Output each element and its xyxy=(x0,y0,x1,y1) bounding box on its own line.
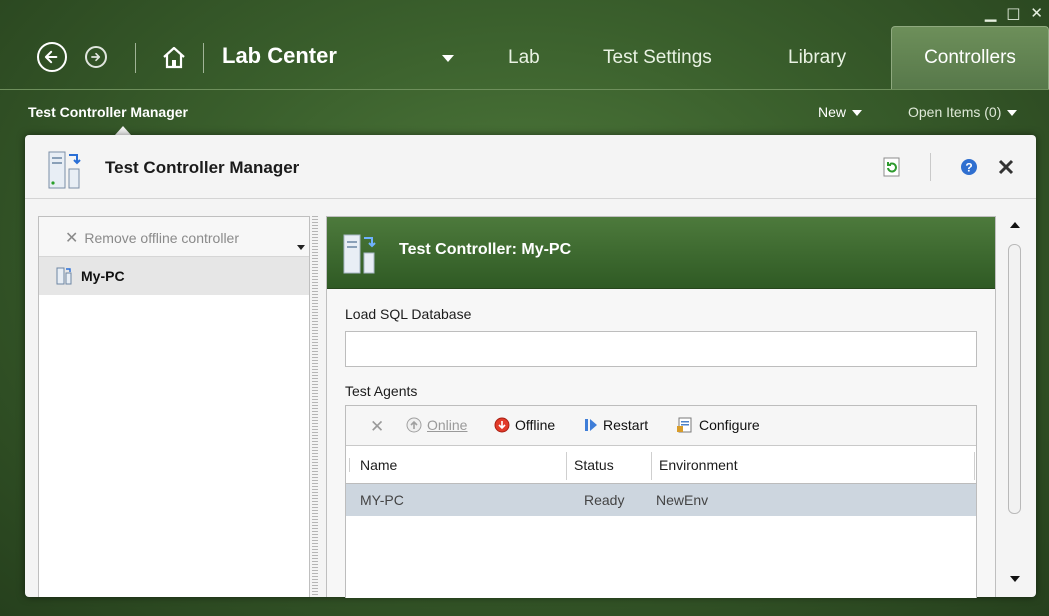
configure-button[interactable]: Configure xyxy=(676,417,760,433)
configure-icon xyxy=(677,417,692,433)
refresh-icon[interactable] xyxy=(882,157,902,177)
tab-controllers[interactable]: Controllers xyxy=(891,26,1049,90)
agent-status: Ready xyxy=(584,492,625,508)
pane-splitter[interactable] xyxy=(312,216,318,597)
tab-underline xyxy=(0,89,1049,90)
column-separator[interactable] xyxy=(651,452,652,480)
load-sql-database-field[interactable] xyxy=(345,331,977,367)
list-item[interactable]: My-PC xyxy=(39,257,309,295)
controller-name: My-PC xyxy=(81,268,125,284)
app-menu-chevron-down-icon[interactable] xyxy=(442,55,454,62)
tab-controllers-label: Controllers xyxy=(924,47,1016,68)
test-agents-grid: ✕ Online Offline Restart Configure Name … xyxy=(345,405,977,598)
online-button[interactable]: Online xyxy=(406,417,467,433)
tab-library[interactable]: Library xyxy=(788,47,846,69)
controller-manager-panel: Test Controller Manager ? ✕ Remove offlin… xyxy=(25,135,1036,598)
test-agents-label: Test Agents xyxy=(345,383,418,399)
grid-header: Name Status Environment xyxy=(346,446,976,484)
details-header: Test Controller: My-PC xyxy=(327,217,995,289)
restart-label: Restart xyxy=(603,417,649,433)
scroll-down-icon[interactable] xyxy=(1010,576,1020,582)
column-header-environment[interactable]: Environment xyxy=(659,457,738,473)
controller-list-pane: ✕ Remove offline controller My-PC xyxy=(38,216,310,597)
chevron-down-icon[interactable] xyxy=(297,245,305,250)
arrow-down-circle-icon xyxy=(494,417,510,433)
new-menu-button[interactable]: New xyxy=(818,104,863,120)
breadcrumb-title: Test Controller Manager xyxy=(28,104,188,120)
agent-environment: NewEnv xyxy=(656,492,709,508)
arrow-up-circle-icon xyxy=(406,417,422,433)
column-header-name[interactable]: Name xyxy=(360,457,397,473)
restart-icon xyxy=(585,419,597,431)
app-title: Lab Center xyxy=(222,43,337,68)
lab-center-window: ▁ □ ✕ Lab Center Lab Test Settings Libra… xyxy=(0,0,1049,616)
panel-header: Test Controller Manager ? xyxy=(25,135,1036,199)
open-items-label: Open Items (0) xyxy=(908,104,1002,120)
nav-separator xyxy=(135,43,136,73)
list-toolbar: ✕ Remove offline controller xyxy=(39,217,309,257)
restart-button[interactable]: Restart xyxy=(584,417,648,433)
svg-text:?: ? xyxy=(965,161,972,175)
table-row[interactable]: MY-PC Ready NewEnv xyxy=(346,484,976,516)
online-label: Online xyxy=(427,417,468,433)
remove-offline-controller-button[interactable]: ✕ Remove offline controller xyxy=(65,228,239,248)
back-icon[interactable] xyxy=(37,42,67,72)
delete-agent-button[interactable]: ✕ xyxy=(370,417,384,437)
top-navigation: Lab Center Lab Test Settings Library Con… xyxy=(0,0,1049,96)
offline-label: Offline xyxy=(515,417,556,433)
forward-icon[interactable] xyxy=(85,46,107,68)
new-menu-label: New xyxy=(818,104,847,120)
close-icon[interactable] xyxy=(996,157,1016,177)
vertical-scrollbar[interactable] xyxy=(1004,216,1026,588)
load-sql-label: Load SQL Database xyxy=(345,306,472,322)
help-icon[interactable]: ? xyxy=(959,157,979,177)
agent-name: MY-PC xyxy=(360,492,404,508)
home-icon[interactable] xyxy=(161,45,187,69)
configure-label: Configure xyxy=(699,417,760,433)
server-icon xyxy=(343,234,376,274)
server-icon xyxy=(48,151,81,189)
offline-button[interactable]: Offline xyxy=(494,417,555,433)
column-header-status[interactable]: Status xyxy=(574,457,614,473)
chevron-down-icon xyxy=(1007,110,1018,117)
scroll-up-icon[interactable] xyxy=(1010,222,1020,228)
panel-title: Test Controller Manager xyxy=(105,158,300,177)
remove-icon: ✕ xyxy=(65,230,79,247)
agents-toolbar: ✕ Online Offline Restart Configure xyxy=(346,406,976,446)
controller-details-pane: Test Controller: My-PC Load SQL Database… xyxy=(326,216,996,598)
server-icon xyxy=(56,267,72,285)
open-items-button[interactable]: Open Items (0) xyxy=(908,104,1018,120)
column-separator[interactable] xyxy=(974,452,975,480)
scrollbar-thumb[interactable] xyxy=(1008,244,1021,514)
chevron-down-icon xyxy=(852,110,863,117)
tab-lab[interactable]: Lab xyxy=(508,47,540,69)
column-separator[interactable] xyxy=(566,452,567,480)
column-grip xyxy=(349,458,350,472)
tab-test-settings[interactable]: Test Settings xyxy=(603,47,712,69)
details-title: Test Controller: My-PC xyxy=(399,241,572,258)
breadcrumb-pointer xyxy=(115,126,131,135)
nav-separator xyxy=(203,43,204,73)
delete-icon: ✕ xyxy=(370,417,385,436)
header-separator xyxy=(930,153,931,181)
remove-offline-label: Remove offline controller xyxy=(84,230,240,246)
